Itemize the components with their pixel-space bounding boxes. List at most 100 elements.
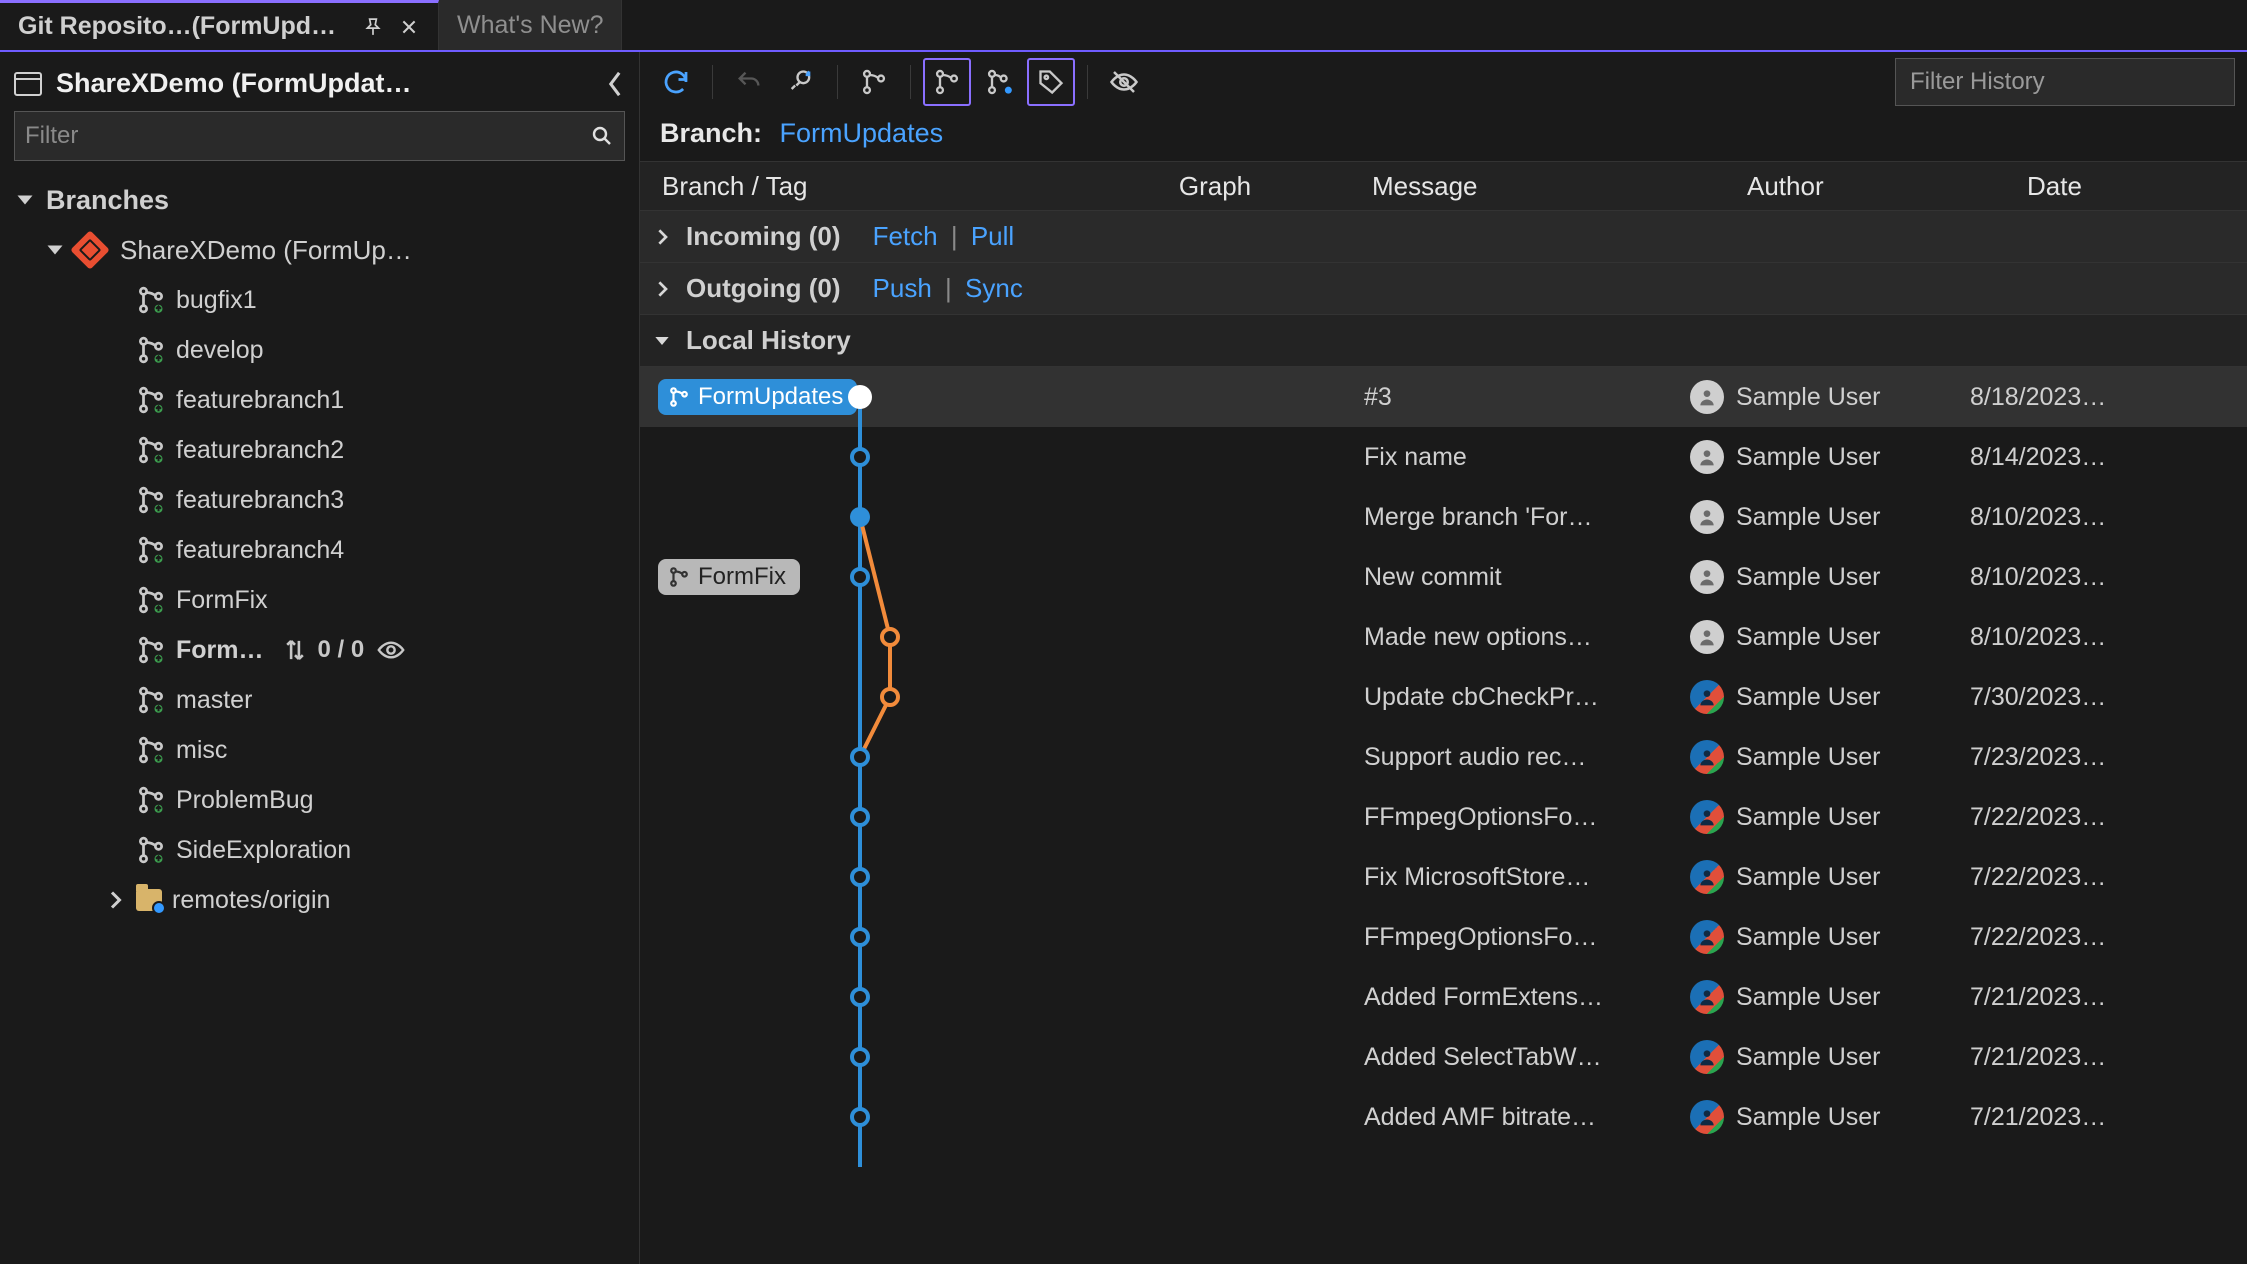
toolbar-separator	[910, 65, 911, 99]
filter-branches[interactable]	[14, 111, 625, 161]
branch-icon	[136, 785, 166, 815]
branch-icon	[136, 435, 166, 465]
col-date[interactable]: Date	[2027, 171, 2247, 202]
tab-git-repository[interactable]: Git Reposito…(FormUpdates)	[0, 0, 439, 50]
branch-indicator: Branch: FormUpdates	[640, 112, 2247, 161]
col-author[interactable]: Author	[1747, 171, 2027, 202]
fetch-link[interactable]: Fetch	[873, 221, 938, 251]
filter-history-input[interactable]	[1910, 68, 2220, 96]
branch-item[interactable]: Form…0 / 0	[14, 625, 625, 675]
commit-graph-cell	[960, 1087, 1360, 1147]
branch-item[interactable]: featurebranch3	[14, 475, 625, 525]
branch-graph-simple-button[interactable]	[850, 58, 898, 106]
tab-whats-new[interactable]: What's New?	[439, 0, 622, 50]
tab-strip: Git Reposito…(FormUpdates) What's New?	[0, 0, 2247, 52]
branch-label: misc	[176, 736, 227, 765]
graph-node	[850, 867, 870, 887]
commit-graph-cell	[960, 1027, 1360, 1087]
sync-link[interactable]: Sync	[965, 273, 1023, 303]
commit-graph-cell	[960, 427, 1360, 487]
sidebar: ShareXDemo (FormUpdat… Branches	[0, 52, 640, 1264]
graph-node	[850, 1047, 870, 1067]
branch-icon	[136, 535, 166, 565]
col-message[interactable]: Message	[1360, 171, 1747, 202]
caret-down-icon	[654, 333, 676, 349]
graph-node	[880, 687, 900, 707]
branch-value[interactable]: FormUpdates	[780, 118, 944, 148]
redo-button[interactable]	[777, 58, 825, 106]
col-graph[interactable]: Graph	[1070, 171, 1360, 202]
branch-item[interactable]: featurebranch2	[14, 425, 625, 475]
branch-label: featurebranch2	[176, 436, 344, 465]
remotes-label: remotes/origin	[172, 886, 330, 915]
branch-label: featurebranch3	[176, 486, 344, 515]
repo-header: ShareXDemo (FormUpdat…	[14, 62, 625, 111]
tab-title: What's New?	[457, 11, 603, 40]
tab-title: Git Reposito…(FormUpdates)	[18, 12, 348, 41]
caret-down-icon	[44, 241, 66, 259]
tags-button[interactable]	[1027, 58, 1075, 106]
pull-link[interactable]: Pull	[971, 221, 1014, 251]
commit-graph-cell	[960, 607, 1360, 667]
branch-item[interactable]: featurebranch4	[14, 525, 625, 575]
watch-icon[interactable]	[376, 639, 406, 661]
branches-section[interactable]: Branches	[14, 175, 625, 225]
branch-item[interactable]: SideExploration	[14, 825, 625, 875]
branch-item[interactable]: misc	[14, 725, 625, 775]
back-icon[interactable]	[605, 70, 625, 98]
caret-right-icon	[654, 281, 676, 297]
graph-node	[880, 627, 900, 647]
commit-graph-cell	[960, 727, 1360, 787]
columns-header: Branch / Tag Graph Message Author Date	[640, 161, 2247, 211]
branch-item[interactable]: develop	[14, 325, 625, 375]
graph-node	[850, 747, 870, 767]
commit-graph-cell	[960, 547, 1360, 607]
caret-right-icon	[104, 891, 126, 909]
branch-item[interactable]: bugfix1	[14, 275, 625, 325]
branch-item[interactable]: ProblemBug	[14, 775, 625, 825]
branch-icon	[136, 335, 166, 365]
branch-item[interactable]: featurebranch1	[14, 375, 625, 425]
repo-window-icon	[14, 72, 42, 96]
branch-graph-button[interactable]	[923, 58, 971, 106]
graph-node	[850, 447, 870, 467]
graph-node	[850, 927, 870, 947]
graph-node	[850, 987, 870, 1007]
toolbar-separator	[1087, 65, 1088, 99]
branch-remote-button[interactable]	[975, 58, 1023, 106]
col-branch[interactable]: Branch / Tag	[640, 171, 1070, 202]
branch-item[interactable]: FormFix	[14, 575, 625, 625]
local-history-section[interactable]: Local History	[640, 315, 2247, 367]
refresh-button[interactable]	[652, 58, 700, 106]
remotes-node[interactable]: remotes/origin	[14, 875, 625, 925]
caret-right-icon	[654, 229, 676, 245]
undo-button	[725, 58, 773, 106]
commit-list: FormUpdates#3Sample User8/18/2023…Fix na…	[640, 367, 2247, 1167]
branch-icon	[136, 835, 166, 865]
pin-icon[interactable]	[362, 16, 384, 38]
push-link[interactable]: Push	[873, 273, 932, 303]
branch-label: bugfix1	[176, 286, 257, 315]
history-toolbar	[640, 52, 2247, 112]
branches-tree: Branches ShareXDemo (FormUp… bugfix1 deve…	[14, 175, 625, 925]
branches-label: Branches	[46, 185, 169, 216]
graph-node	[850, 567, 870, 587]
branch-label: featurebranch1	[176, 386, 344, 415]
branch-label: Form…	[176, 636, 264, 665]
branch-label: SideExploration	[176, 836, 351, 865]
branch-item[interactable]: master	[14, 675, 625, 725]
search-icon[interactable]	[590, 124, 614, 148]
hide-button[interactable]	[1100, 58, 1148, 106]
filter-history[interactable]	[1895, 58, 2235, 106]
branch-icon	[136, 485, 166, 515]
incoming-section[interactable]: Incoming (0) Fetch | Pull	[640, 211, 2247, 263]
close-icon[interactable]	[398, 16, 420, 38]
filter-input[interactable]	[25, 122, 590, 150]
commit-graph-cell	[960, 787, 1360, 847]
graph-node	[850, 507, 870, 527]
branch-icon	[136, 285, 166, 315]
outgoing-section[interactable]: Outgoing (0) Push | Sync	[640, 263, 2247, 315]
repo-node[interactable]: ShareXDemo (FormUp…	[14, 225, 625, 275]
commit-graph-cell	[960, 367, 1360, 427]
commit-graph-cell	[960, 847, 1360, 907]
